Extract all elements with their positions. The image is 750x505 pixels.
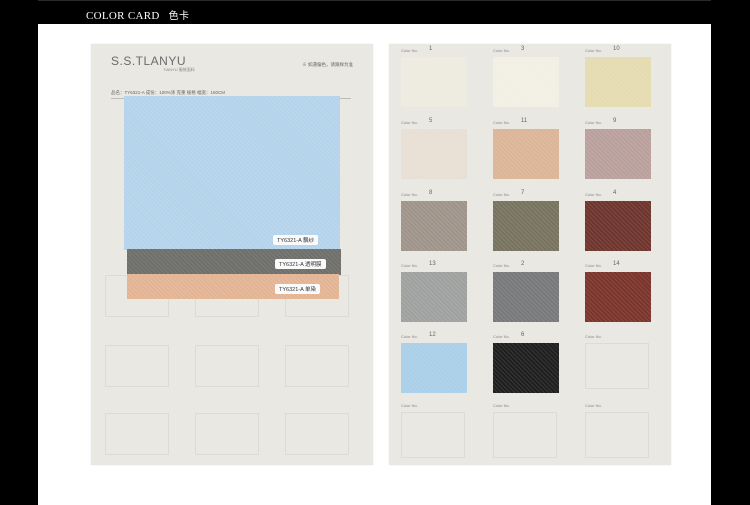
swatch-number: 6 xyxy=(521,332,525,338)
fabric-swatch: Color No. 13 xyxy=(401,261,467,324)
color-card-right: Color No. 1 Color No. 3 Color No. 10 Color No.… xyxy=(389,44,671,465)
title-cn: 色卡 xyxy=(168,11,190,22)
swatch-number: 5 xyxy=(429,118,433,124)
slot-border xyxy=(285,345,349,387)
header-bar: COLOR CARD 色卡 xyxy=(38,0,711,25)
swatch-color xyxy=(585,57,651,107)
color-no-label: Color No. xyxy=(401,403,418,408)
fabric-swatch: Color No. 6 xyxy=(493,332,559,395)
swatch-label: TY6321-A 单染 xyxy=(275,284,320,294)
color-no-label: Color No. xyxy=(585,403,602,408)
swatch-color xyxy=(493,201,559,251)
fabric-swatch: Color No. xyxy=(401,403,467,464)
color-no-label: Color No. xyxy=(585,192,602,197)
fabric-swatch: Color No. xyxy=(585,334,651,395)
empty-swatch-slot xyxy=(195,339,259,389)
fabric-swatch: Color No. 10 xyxy=(585,46,651,109)
swatch-number: 10 xyxy=(613,46,620,52)
content-panel: S.S.TLANYU TIANYU 服装面料 ※ 如遇偏色，请跟样为准 品名：T… xyxy=(38,24,711,505)
fabric-swatch: Color No. 11 xyxy=(493,118,559,181)
color-no-label: Color No. xyxy=(401,48,418,53)
color-no-label: Color No. xyxy=(493,120,510,125)
swatch-number: 8 xyxy=(429,190,433,196)
swatch-color xyxy=(401,272,467,322)
swatch-number: 3 xyxy=(521,46,525,52)
title-en: COLOR CARD xyxy=(86,10,160,22)
slot-border xyxy=(195,413,259,455)
swatch-color xyxy=(493,57,559,107)
swatch-color xyxy=(401,201,467,251)
slot-border xyxy=(105,345,169,387)
fabric-swatch: Color No. 1 xyxy=(401,46,467,109)
slot-border xyxy=(105,413,169,455)
brand-subtitle: TIANYU 服装面料 xyxy=(163,67,195,72)
color-no-label: Color No. xyxy=(493,334,510,339)
swatch-color xyxy=(585,272,651,322)
color-no-label: Color No. xyxy=(585,48,602,53)
swatch-number: 14 xyxy=(613,261,620,267)
empty-swatch-slot xyxy=(105,407,169,457)
swatch-number: 1 xyxy=(429,46,433,52)
fabric-swatch: Color No. xyxy=(585,403,651,464)
fabric-swatch: Color No. 12 xyxy=(401,332,467,395)
page-title: COLOR CARD 色卡 xyxy=(86,7,189,22)
color-no-label: Color No. xyxy=(493,48,510,53)
color-no-label: Color No. xyxy=(401,120,418,125)
fabric-swatch: Color No. 7 xyxy=(493,190,559,253)
empty-swatch-slot xyxy=(585,343,649,389)
swatch-color xyxy=(585,201,651,251)
color-no-label: Color No. xyxy=(585,263,602,268)
color-no-label: Color No. xyxy=(401,263,418,268)
color-no-label: Color No. xyxy=(585,334,602,339)
color-no-label: Color No. xyxy=(401,334,418,339)
fabric-swatch: Color No. 5 xyxy=(401,118,467,181)
empty-swatch-slot xyxy=(105,339,169,389)
swatch-color xyxy=(493,343,559,393)
fabric-swatch: Color No. 2 xyxy=(493,261,559,324)
empty-swatch-slot xyxy=(585,412,649,458)
swatch-number: 11 xyxy=(521,118,528,124)
empty-swatch-slot xyxy=(493,412,557,458)
fabric-swatch: Color No. 8 xyxy=(401,190,467,253)
swatch-number: 7 xyxy=(521,190,525,196)
swatch-color xyxy=(493,272,559,322)
color-no-label: Color No. xyxy=(493,403,510,408)
empty-swatch-slot xyxy=(285,407,349,457)
swatch-number: 12 xyxy=(429,332,436,338)
swatch-label: TY6321-A 飘纱 xyxy=(273,235,318,245)
fabric-swatch-blue xyxy=(124,96,340,250)
slot-border xyxy=(285,413,349,455)
fabric-swatch: Color No. 14 xyxy=(585,261,651,324)
color-note: ※ 如遇偏色，请跟样为准 xyxy=(302,62,353,67)
swatch-number: 13 xyxy=(429,261,436,267)
empty-swatch-slot xyxy=(401,412,465,458)
slot-border xyxy=(195,345,259,387)
empty-swatch-slot xyxy=(195,407,259,457)
brand-logo: S.S.TLANYU xyxy=(111,54,187,68)
swatch-number: 2 xyxy=(521,261,525,267)
color-no-label: Color No. xyxy=(493,192,510,197)
color-no-label: Color No. xyxy=(585,120,602,125)
swatch-color xyxy=(493,129,559,179)
fabric-swatch: Color No. 4 xyxy=(585,190,651,253)
swatch-number: 9 xyxy=(613,118,617,124)
fabric-swatch: Color No. xyxy=(493,403,559,464)
empty-swatch-slot xyxy=(285,339,349,389)
color-no-label: Color No. xyxy=(493,263,510,268)
swatch-label: TY6321-A 透明膜 xyxy=(275,259,326,269)
color-no-label: Color No. xyxy=(401,192,418,197)
fabric-swatch: Color No. 9 xyxy=(585,118,651,181)
swatch-color xyxy=(401,343,467,393)
swatch-color xyxy=(401,57,467,107)
fabric-swatch: Color No. 3 xyxy=(493,46,559,109)
swatch-color xyxy=(585,129,651,179)
swatch-number: 4 xyxy=(613,190,617,196)
swatch-color xyxy=(401,129,467,179)
color-card-left: S.S.TLANYU TIANYU 服装面料 ※ 如遇偏色，请跟样为准 品名：T… xyxy=(91,44,373,465)
